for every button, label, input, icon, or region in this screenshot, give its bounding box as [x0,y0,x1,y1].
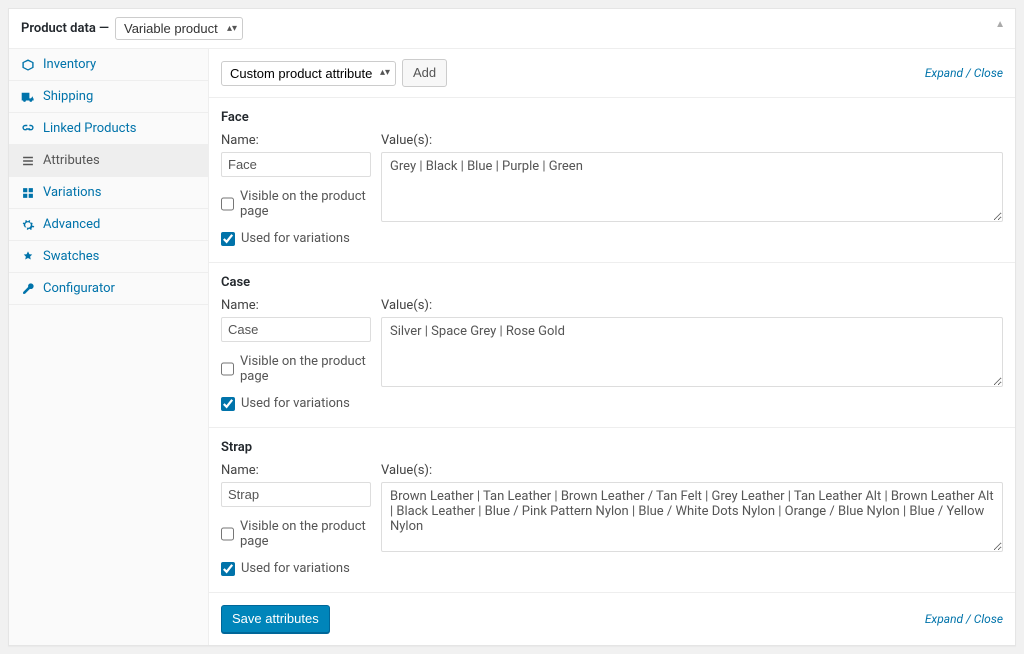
values-label: Value(s): [381,133,1003,148]
tab-label: Inventory [43,57,96,72]
name-label: Name: [221,133,371,148]
inventory-icon [21,58,35,72]
variations-checkbox-row: Used for variations [221,396,371,411]
used-for-variations-checkbox[interactable] [221,397,235,411]
expand-collapse-link[interactable]: Expand / Close [925,612,1003,626]
values-label: Value(s): [381,298,1003,313]
attribute-type-select[interactable]: Custom product attribute [221,61,396,86]
attribute-values-textarea[interactable] [381,482,1003,552]
tab-swatches: Swatches [9,241,208,273]
visible-checkbox[interactable] [221,197,234,211]
tab-label: Shipping [43,89,93,104]
advanced-icon [21,218,35,232]
attribute-block-face: Face Name: Visible on the product page U… [209,98,1015,263]
variations-checkbox-row: Used for variations [221,561,371,576]
visible-checkbox-row: Visible on the product page [221,189,371,219]
configurator-icon [21,282,35,296]
panel-title: Product data — [21,21,109,36]
visible-checkbox-row: Visible on the product page [221,354,371,384]
save-attributes-button[interactable]: Save attributes [221,605,330,633]
variations-icon [21,186,35,200]
attributes-toolbar: Custom product attribute ▴▾ Add Expand /… [209,49,1015,98]
panel-collapse-icon[interactable]: ▲ [995,19,1005,30]
attribute-values-textarea[interactable] [381,152,1003,222]
tab-label: Advanced [43,217,100,232]
tab-shipping: Shipping [9,81,208,113]
tab-advanced: Advanced [9,209,208,241]
panel-header: Product data — Variable product ▴▾ ▲ [9,9,1015,49]
name-label: Name: [221,298,371,313]
tab-label: Attributes [43,153,100,168]
add-attribute-button[interactable]: Add [402,59,447,87]
attribute-title: Strap [221,428,1003,463]
attributes-content: Custom product attribute ▴▾ Add Expand /… [209,49,1015,645]
attribute-name-input[interactable] [221,152,371,177]
tab-label: Swatches [43,249,99,264]
product-data-panel: Product data — Variable product ▴▾ ▲ Inv… [8,8,1016,646]
visible-checkbox[interactable] [221,362,234,376]
visible-label: Visible on the product page [240,354,371,384]
visible-checkbox[interactable] [221,527,234,541]
attribute-title: Face [221,98,1003,133]
name-label: Name: [221,463,371,478]
tab-label: Configurator [43,281,115,296]
tab-inventory: Inventory [9,49,208,81]
attribute-name-input[interactable] [221,482,371,507]
variations-label: Used for variations [241,561,350,576]
tab-variations: Variations [9,177,208,209]
tab-configurator: Configurator [9,273,208,305]
linked-products-icon [21,122,35,136]
used-for-variations-checkbox[interactable] [221,232,235,246]
variations-label: Used for variations [241,396,350,411]
variations-checkbox-row: Used for variations [221,231,371,246]
attribute-values-textarea[interactable] [381,317,1003,387]
variations-label: Used for variations [241,231,350,246]
attribute-name-input[interactable] [221,317,371,342]
product-data-tabs: Inventory Shipping Linked Products Attri… [9,49,209,645]
visible-checkbox-row: Visible on the product page [221,519,371,549]
attribute-block-strap: Strap Name: Visible on the product page … [209,428,1015,593]
visible-label: Visible on the product page [240,519,371,549]
shipping-icon [21,90,35,104]
attribute-title: Case [221,263,1003,298]
swatches-icon [21,250,35,264]
tab-attributes: Attributes [9,145,208,177]
tab-label: Linked Products [43,121,136,136]
panel-body: Inventory Shipping Linked Products Attri… [9,49,1015,645]
tab-linked-products: Linked Products [9,113,208,145]
attributes-icon [21,154,35,168]
visible-label: Visible on the product page [240,189,371,219]
tab-label: Variations [43,185,101,200]
used-for-variations-checkbox[interactable] [221,562,235,576]
attribute-block-case: Case Name: Visible on the product page U… [209,263,1015,428]
expand-collapse-link[interactable]: Expand / Close [925,66,1003,80]
attributes-footer: Save attributes Expand / Close [209,593,1015,645]
product-type-select[interactable]: Variable product [115,17,243,40]
values-label: Value(s): [381,463,1003,478]
